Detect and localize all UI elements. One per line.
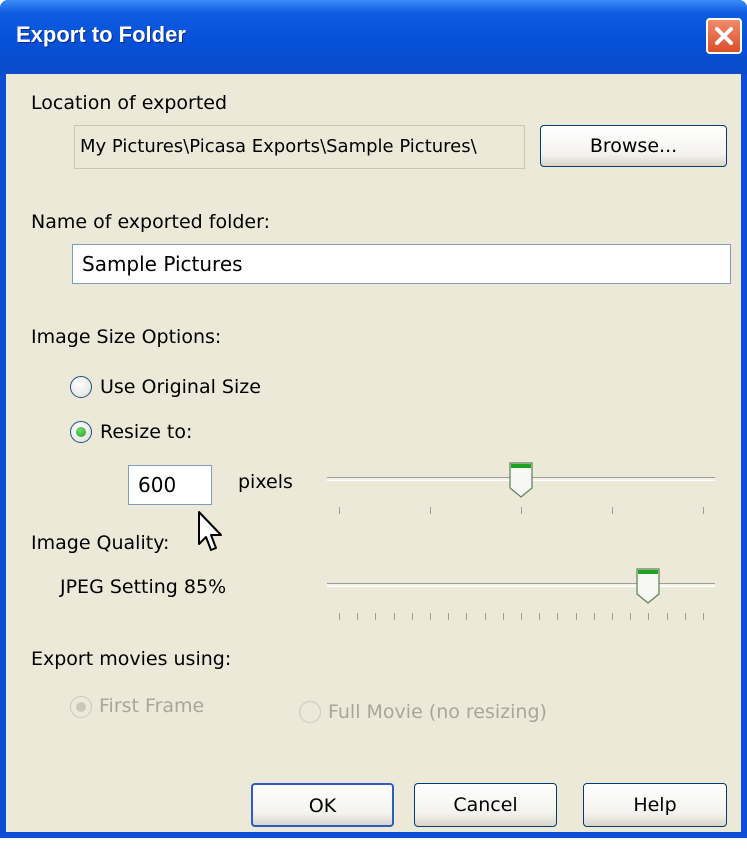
- dialog-body: Location of exported My Pictures\Picasa …: [6, 74, 741, 832]
- jpeg-setting-text: JPEG Setting 85%: [60, 576, 227, 598]
- slider-tick: [375, 613, 377, 620]
- slider-tick: [339, 613, 340, 620]
- slider-tick: [666, 613, 668, 620]
- size-slider-thumb[interactable]: [509, 462, 533, 498]
- slider-tick: [557, 613, 559, 620]
- ok-button[interactable]: OK: [251, 783, 394, 827]
- slider-tick: [502, 613, 504, 620]
- close-button[interactable]: [706, 18, 742, 54]
- browse-button[interactable]: Browse...: [540, 125, 727, 167]
- slider-tick: [393, 613, 395, 620]
- pixels-input[interactable]: 600: [128, 465, 212, 505]
- slider-tick: [339, 507, 340, 514]
- slider-tick: [575, 613, 577, 620]
- slider-tick: [357, 613, 359, 620]
- help-button[interactable]: Help: [583, 783, 727, 827]
- slider-tick: [539, 613, 541, 620]
- folder-name-input[interactable]: Sample Pictures: [72, 244, 731, 284]
- slider-tick: [703, 507, 704, 514]
- slider-tick: [430, 507, 431, 514]
- pixels-unit-label: pixels: [238, 471, 293, 493]
- full-movie-radio[interactable]: [299, 701, 321, 723]
- slider-tick: [630, 613, 632, 620]
- slider-tick: [612, 507, 613, 514]
- resize-to-radio[interactable]: [70, 421, 92, 443]
- resize-to-label[interactable]: Resize to:: [100, 421, 192, 443]
- size-slider[interactable]: [327, 462, 715, 514]
- folder-name-label: Name of exported folder:: [31, 211, 271, 233]
- slider-tick: [684, 613, 686, 620]
- slider-tick: [466, 613, 468, 620]
- full-movie-label: Full Movie (no resizing): [328, 701, 547, 723]
- location-label: Location of exported: [31, 92, 228, 114]
- slider-tick: [703, 613, 704, 620]
- mouse-cursor-icon: [198, 511, 222, 551]
- slider-tick: [612, 613, 613, 620]
- first-frame-label: First Frame: [99, 695, 205, 717]
- slider-tick: [648, 613, 650, 620]
- export-path-field: My Pictures\Picasa Exports\Sample Pictur…: [74, 125, 525, 169]
- image-quality-label: Image Quality:: [31, 532, 170, 554]
- quality-slider-thumb[interactable]: [636, 568, 660, 604]
- slider-tick: [448, 613, 450, 620]
- title-bar[interactable]: Export to Folder: [0, 0, 747, 74]
- slider-tick: [430, 613, 431, 620]
- slider-tick: [521, 613, 522, 620]
- image-size-label: Image Size Options:: [31, 326, 222, 348]
- export-dialog-window: Export to Folder Location of exported My…: [0, 0, 747, 838]
- use-original-size-label[interactable]: Use Original Size: [100, 376, 261, 398]
- close-icon: [715, 27, 733, 45]
- first-frame-radio[interactable]: [70, 696, 92, 718]
- window-title: Export to Folder: [16, 22, 186, 47]
- slider-tick: [521, 507, 522, 514]
- quality-slider[interactable]: [327, 568, 715, 620]
- use-original-size-radio[interactable]: [70, 376, 92, 398]
- export-movies-label: Export movies using:: [31, 648, 232, 670]
- slider-tick: [593, 613, 595, 620]
- cancel-button[interactable]: Cancel: [414, 783, 557, 827]
- slider-tick: [484, 613, 486, 620]
- slider-tick: [411, 613, 413, 620]
